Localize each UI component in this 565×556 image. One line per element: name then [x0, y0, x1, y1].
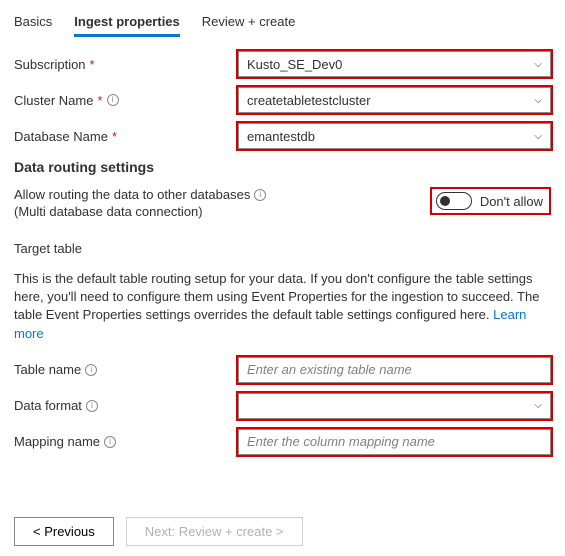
- info-icon: i: [107, 94, 119, 106]
- allow-routing-toggle[interactable]: [436, 192, 472, 210]
- chevron-down-icon: ⌵: [534, 131, 542, 142]
- subscription-label: Subscription*: [14, 57, 238, 72]
- footer-buttons: < Previous Next: Review + create >: [14, 517, 551, 546]
- chevron-down-icon: ⌵: [534, 400, 542, 411]
- tab-bar: Basics Ingest properties Review + create: [14, 10, 551, 37]
- data-routing-heading: Data routing settings: [14, 159, 551, 175]
- target-table-description: This is the default table routing setup …: [14, 270, 551, 343]
- toggle-state-text: Don't allow: [480, 194, 543, 209]
- chevron-down-icon: ⌵: [534, 95, 542, 106]
- allow-routing-label: Allow routing the data to other database…: [14, 187, 250, 202]
- info-icon: i: [254, 189, 266, 201]
- allow-routing-sublabel: (Multi database data connection): [14, 204, 266, 219]
- database-name-label: Database Name*: [14, 129, 238, 144]
- mapping-name-label: Mapping name i: [14, 434, 238, 449]
- next-button[interactable]: Next: Review + create >: [126, 517, 303, 546]
- cluster-name-select[interactable]: createtabletestcluster ⌵: [238, 87, 551, 113]
- target-table-heading: Target table: [14, 241, 551, 256]
- info-icon: i: [86, 400, 98, 412]
- info-icon: i: [85, 364, 97, 376]
- info-icon: i: [104, 436, 116, 448]
- allow-routing-toggle-wrap: Don't allow: [430, 187, 551, 215]
- data-format-label: Data format i: [14, 398, 238, 413]
- previous-button[interactable]: < Previous: [14, 517, 114, 546]
- tab-review-create[interactable]: Review + create: [202, 10, 296, 37]
- table-name-label: Table name i: [14, 362, 238, 377]
- cluster-name-label: Cluster Name* i: [14, 93, 238, 108]
- chevron-down-icon: ⌵: [534, 59, 542, 70]
- table-name-input[interactable]: [238, 357, 551, 383]
- subscription-select[interactable]: Kusto_SE_Dev0 ⌵: [238, 51, 551, 77]
- data-format-select[interactable]: ⌵: [238, 393, 551, 419]
- tab-basics[interactable]: Basics: [14, 10, 52, 37]
- database-name-select[interactable]: emantestdb ⌵: [238, 123, 551, 149]
- tab-ingest-properties[interactable]: Ingest properties: [74, 10, 179, 37]
- mapping-name-input[interactable]: [238, 429, 551, 455]
